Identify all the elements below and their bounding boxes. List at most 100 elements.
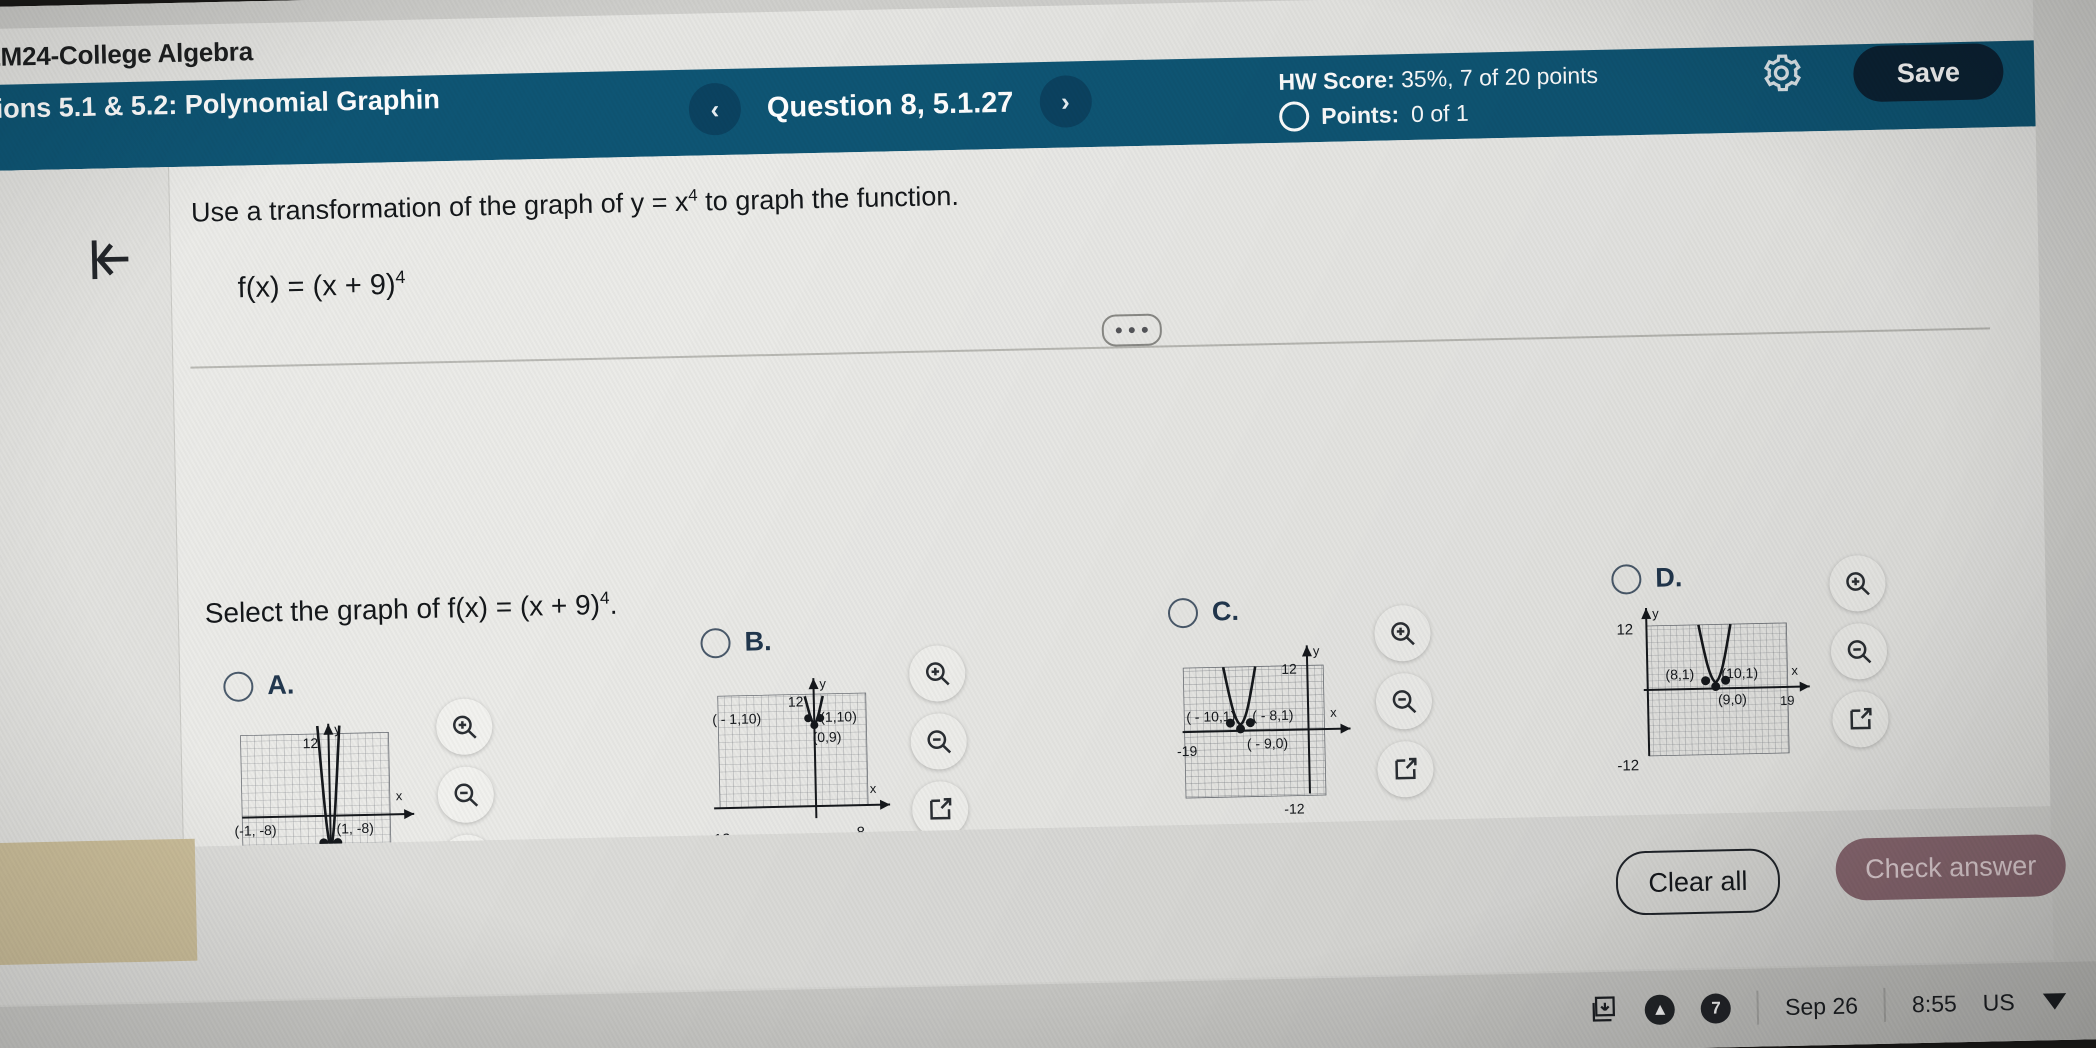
graph-d-point-label-1: (8,1) <box>1665 666 1694 683</box>
question-panel: Use a transformation of the graph of y =… <box>0 126 2051 893</box>
score-summary: HW Score: 35%, 7 of 20 points Points: 0 … <box>1278 58 1599 134</box>
graph-d-point-label-3: (9,0) <box>1718 691 1747 708</box>
graph-d-x-label: x <box>1791 663 1798 678</box>
radio-option-c[interactable] <box>1167 597 1199 628</box>
zoom-in-icon[interactable] <box>1828 554 1887 612</box>
hw-score-value: 35%, 7 of 20 points <box>1400 61 1599 93</box>
dot-2 <box>1128 327 1135 334</box>
zoom-out-icon[interactable] <box>910 712 968 771</box>
graph-d-tools <box>1828 554 1890 748</box>
taskbar-time[interactable]: 8:55 <box>1912 990 1957 1018</box>
taskbar-divider-1 <box>1756 990 1760 1025</box>
zoom-out-icon[interactable] <box>1375 672 1433 730</box>
select-text-pre: Select the graph of f(x) = (x + 9) <box>204 589 601 629</box>
more-options-button[interactable] <box>1101 313 1163 347</box>
select-text-post: . <box>609 588 618 620</box>
next-question-button[interactable]: › <box>1038 74 1092 129</box>
skip-to-start-icon[interactable] <box>79 230 138 289</box>
select-graph-instruction: Select the graph of f(x) = (x + 9)4. <box>204 587 617 629</box>
points-status-icon <box>1278 100 1310 132</box>
graph-d-y-label: y <box>1652 606 1659 621</box>
zoom-in-icon[interactable] <box>908 644 966 703</box>
answer-option-b[interactable]: B. y x 12 (- 1,10) (1,10) (0,9) <box>700 621 1005 863</box>
check-answer-button[interactable]: Check answer <box>1835 833 2067 901</box>
graph-b-y-label: y <box>819 676 826 691</box>
formula-text: f(x) = (x + 9) <box>237 268 396 305</box>
graph-c-y-bottom-tick: -12 <box>1284 800 1305 816</box>
graph-a-point-label-2: (1, -8) <box>336 820 374 837</box>
course-title: -81M24-College Algebra <box>0 35 254 73</box>
option-a-header: A. <box>223 664 524 702</box>
graph-c-y-label: y <box>1313 643 1320 658</box>
graph-d-y-bottom-tick: -12 <box>1617 757 1639 774</box>
formula-exponent: 4 <box>395 266 406 288</box>
radio-option-a[interactable] <box>223 670 254 702</box>
clear-all-button[interactable]: Clear all <box>1615 848 1781 916</box>
prompt-exponent: 4 <box>688 185 698 205</box>
option-c-graph[interactable]: y x 12 -12 -19 ( - 10,1) ( - 8,1) ( - 9,… <box>1169 604 1473 833</box>
option-d-graph[interactable]: y x 12 -12 19 (8,1) (10,1) (9,0) <box>1612 554 1916 799</box>
points-value: 0 of 1 <box>1410 99 1469 127</box>
radio-option-d[interactable] <box>1611 563 1642 595</box>
answer-option-c[interactable]: C. y x 12 -12 -19 (- 10,1) (- 8,1) (-… <box>1167 591 1473 833</box>
assignment-title: ections 5.1 & 5.2: Polynomial Graphin <box>0 84 441 125</box>
question-navigation: ‹ Question 8, 5.1.27 › <box>688 74 1092 136</box>
graph-b-point-label-3: (0,9) <box>812 729 841 746</box>
gear-icon[interactable] <box>1758 49 1805 96</box>
option-c-label: C. <box>1211 595 1240 627</box>
hw-score-label: HW Score: <box>1278 66 1395 95</box>
zoom-out-icon[interactable] <box>1830 622 1888 680</box>
option-a-label: A. <box>267 669 295 701</box>
screen: Luis Burciaga 09/26/24 8:55 PM ? -81M24-… <box>0 0 2096 1048</box>
question-prompt: Use a transformation of the graph of y =… <box>191 180 960 229</box>
graph-d-x-right-tick: 19 <box>1780 693 1795 708</box>
graph-d-y-top-tick: 12 <box>1616 621 1633 638</box>
graph-c-point-label-1: ( - 10,1) <box>1186 708 1235 725</box>
download-icon[interactable] <box>1589 993 1620 1029</box>
question-number-label: Question 8, 5.1.27 <box>766 86 1014 124</box>
desk-edge <box>0 838 198 966</box>
radio-option-b[interactable] <box>700 627 731 659</box>
graph-b-point-label-2: (1,10) <box>820 708 857 725</box>
answer-option-d[interactable]: D. y x 12 -12 19 (8,1) (10,1) (9,0) <box>1611 554 1916 799</box>
taskbar-divider-2 <box>1883 987 1887 1022</box>
photo-of-screen: Luis Burciaga 09/26/24 8:55 PM ? -81M24-… <box>0 0 2096 1048</box>
previous-question-button[interactable]: ‹ <box>688 82 742 136</box>
points-label: Points: <box>1320 100 1400 129</box>
graph-c-point-label-3: ( - 9,0) <box>1247 735 1289 752</box>
zoom-in-icon[interactable] <box>1373 604 1432 662</box>
graph-a-point-label-1: (-1, -8) <box>234 822 276 839</box>
prompt-text-pre: Use a transformation of the graph of y =… <box>190 186 689 228</box>
open-in-new-icon[interactable] <box>1376 740 1435 798</box>
wifi-icon[interactable] <box>2040 984 2069 1018</box>
save-button[interactable]: Save <box>1852 43 2004 103</box>
dot-3 <box>1141 326 1148 333</box>
graph-c-x-label: x <box>1330 705 1337 720</box>
graph-d-point-label-2: (10,1) <box>1721 665 1758 682</box>
zoom-out-icon[interactable] <box>437 766 495 824</box>
section-divider <box>190 327 1991 369</box>
graph-a-x-label: x <box>396 788 403 803</box>
graph-c-point-label-2: ( - 8,1) <box>1252 707 1294 724</box>
graph-b-x-label: x <box>870 781 877 796</box>
taskbar-date[interactable]: Sep 26 <box>1785 992 1858 1021</box>
notification-badge[interactable]: 7 <box>1700 993 1732 1024</box>
open-in-new-icon[interactable] <box>1831 690 1890 748</box>
graph-b-point-label-1: ( - 1,10) <box>712 710 761 727</box>
graph-c-tools <box>1373 604 1435 798</box>
graph-b-y-top-tick: 12 <box>788 693 804 709</box>
select-exponent: 4 <box>599 587 610 608</box>
prompt-text-post: to graph the function. <box>697 180 960 217</box>
zoom-in-icon[interactable] <box>435 698 493 756</box>
graph-b-tools <box>908 644 969 839</box>
dot-1 <box>1115 327 1122 334</box>
graph-c-x-left-tick: -19 <box>1177 743 1198 759</box>
update-arrow-icon[interactable]: ▲ <box>1644 994 1676 1026</box>
option-d-label: D. <box>1655 562 1683 593</box>
option-b-label: B. <box>744 626 772 657</box>
function-formula: f(x) = (x + 9)4 <box>237 267 406 305</box>
taskbar-locale[interactable]: US <box>1982 989 2015 1017</box>
graph-c-y-top-tick: 12 <box>1281 661 1297 677</box>
taskbar-tray: ▲ 7 Sep 26 8:55 US <box>1589 982 2096 1029</box>
graph-a-y-top-tick: 12 <box>302 735 318 751</box>
